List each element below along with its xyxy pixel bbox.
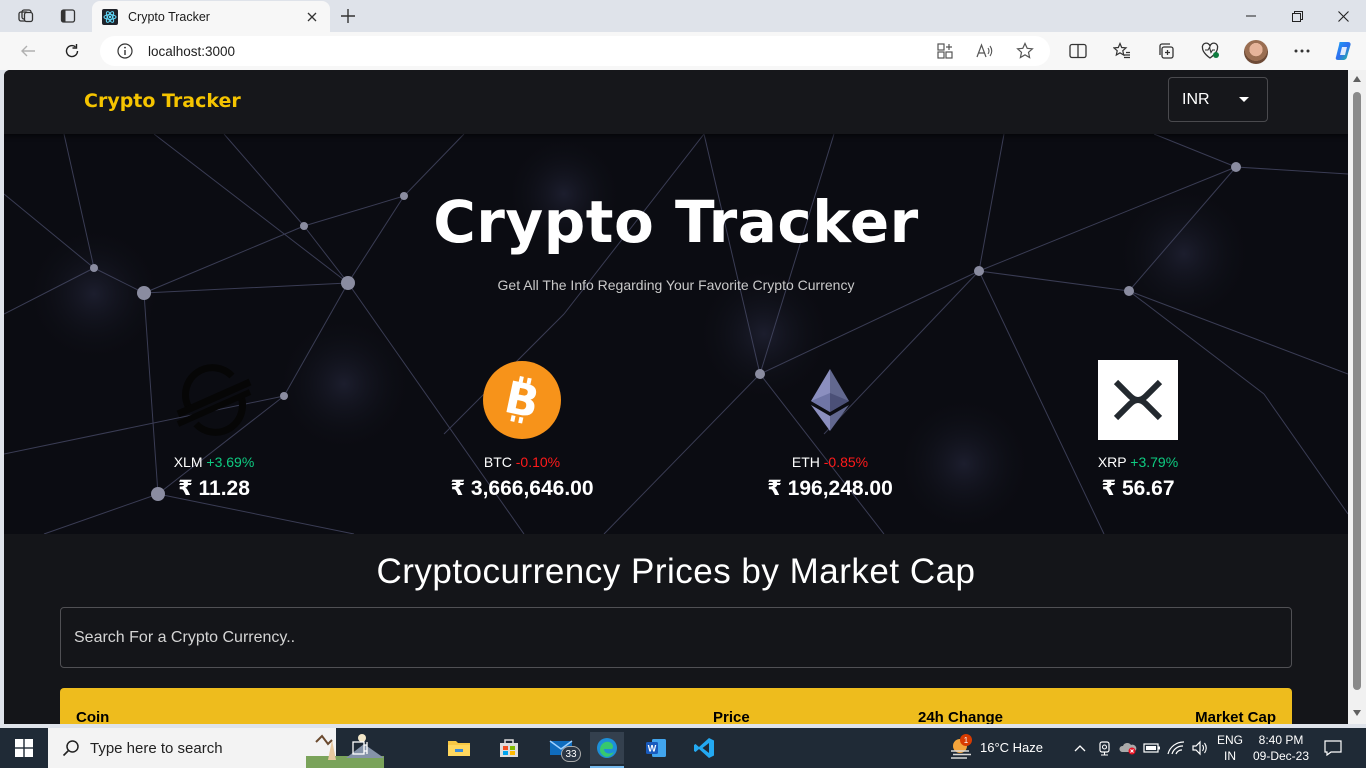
mail-badge: 33 (561, 746, 581, 762)
column-header-24h-change: 24h Change (918, 709, 1004, 724)
currency-select[interactable]: INR (1168, 77, 1268, 122)
refresh-icon[interactable] (58, 38, 86, 64)
page-scrollbar[interactable] (1348, 70, 1366, 724)
word-icon[interactable]: W (640, 732, 672, 764)
more-options-icon[interactable] (1288, 38, 1316, 64)
language-indicator[interactable]: ENG IN (1214, 732, 1246, 764)
restore-icon[interactable] (1274, 0, 1320, 32)
column-header-price: Price (713, 709, 750, 724)
trending-coin-btc[interactable]: B BTC -0.10% ₹ 3,666,646.00 (422, 360, 622, 501)
microsoft-store-icon[interactable] (493, 732, 525, 764)
favorite-star-icon[interactable] (1013, 40, 1037, 62)
mail-icon[interactable]: 33 (543, 732, 581, 764)
taskbar-search-box[interactable]: Type here to search (48, 728, 384, 768)
weather-icon[interactable]: 1 (946, 732, 976, 764)
bitcoin-logo-icon: B (483, 361, 561, 439)
back-arrow-icon[interactable] (14, 38, 42, 64)
clock-date: 09-Dec-23 (1252, 749, 1310, 763)
currency-value: INR (1182, 90, 1210, 108)
scroll-up-icon[interactable] (1353, 76, 1361, 82)
onedrive-icon[interactable] (1118, 732, 1138, 764)
trending-coin-xrp[interactable]: XRP +3.79% ₹ 56.67 (1038, 360, 1238, 501)
battery-icon[interactable] (1142, 732, 1162, 764)
site-info-icon[interactable] (116, 42, 134, 60)
language-code: ENG (1216, 733, 1243, 747)
column-header-coin: Coin (76, 709, 110, 724)
notifications-icon[interactable] (1320, 732, 1346, 764)
stellar-logo-icon (176, 364, 252, 436)
app-available-icon[interactable] (933, 40, 957, 62)
weather-text[interactable]: 16°C Haze (980, 740, 1043, 756)
browser-tab-active[interactable]: Crypto Tracker (92, 1, 330, 32)
coin-symbol: XLM (173, 454, 203, 470)
coin-change: +3.69% (206, 454, 255, 470)
favorites-icon[interactable] (1108, 38, 1136, 64)
trending-coin-xlm[interactable]: XLM +3.69% ₹ 11.28 (114, 360, 314, 501)
coin-price: ₹ 11.28 (178, 477, 250, 500)
workspaces-icon[interactable] (12, 4, 40, 28)
show-hidden-icons-icon[interactable] (1070, 732, 1090, 764)
xrp-logo-icon (1098, 360, 1178, 440)
coins-table-header: Coin Price 24h Change Market Cap (60, 688, 1292, 724)
file-explorer-icon[interactable] (443, 732, 475, 764)
scrollbar-thumb[interactable] (1353, 92, 1361, 690)
edge-icon[interactable] (590, 732, 624, 764)
tab-title: Crypto Tracker (128, 9, 210, 24)
vscode-icon[interactable] (688, 732, 720, 764)
app-header: Crypto Tracker INR (4, 70, 1348, 134)
volume-icon[interactable] (1190, 732, 1210, 764)
profile-avatar[interactable] (1244, 40, 1268, 64)
browser-toolbar: localhost:3000 (0, 32, 1366, 70)
close-window-icon[interactable] (1320, 0, 1366, 32)
copilot-icon[interactable] (1330, 38, 1358, 64)
split-screen-icon[interactable] (1064, 38, 1092, 64)
coin-symbol: ETH (791, 454, 820, 470)
react-favicon-icon (102, 8, 118, 25)
task-view-icon[interactable] (345, 732, 377, 764)
brand-title[interactable]: Crypto Tracker (84, 90, 241, 112)
minimize-icon[interactable] (1228, 0, 1274, 32)
section-title: Cryptocurrency Prices by Market Cap (376, 552, 976, 591)
page-viewport: Crypto Tracker INR Crypto Tracker Get Al… (4, 70, 1348, 724)
windows-taskbar: Type here to search 33 W 1 16°C Haze ENG… (0, 728, 1366, 768)
coin-price: ₹ 3,666,646.00 (450, 477, 594, 500)
hero-title: Crypto Tracker (433, 188, 919, 256)
close-tab-icon[interactable] (302, 7, 322, 27)
coin-price: ₹ 56.67 (1101, 477, 1175, 500)
hero-subtitle: Get All The Info Regarding Your Favorite… (497, 277, 855, 293)
collections-icon[interactable] (1152, 38, 1180, 64)
new-tab-icon[interactable] (336, 5, 360, 27)
hero-banner: Crypto Tracker Get All The Info Regardin… (4, 134, 1348, 534)
coin-change: -0.85% (823, 454, 869, 470)
trending-coin-eth[interactable]: ETH -0.85% ₹ 196,248.00 (730, 360, 930, 501)
coin-symbol: XRP (1097, 454, 1127, 470)
svg-text:W: W (648, 744, 657, 754)
scroll-down-icon[interactable] (1353, 710, 1361, 716)
url-text: localhost:3000 (148, 43, 236, 59)
coin-symbol: BTC (483, 454, 512, 470)
weather-badge: 1 (960, 734, 972, 746)
browser-essentials-icon[interactable] (1196, 38, 1224, 64)
crypto-search-input[interactable]: Search For a Crypto Currency.. (60, 607, 1292, 668)
search-placeholder: Search For a Crypto Currency.. (74, 628, 296, 646)
read-aloud-icon[interactable] (973, 40, 997, 62)
coin-change: -0.10% (515, 454, 561, 470)
language-region: IN (1224, 749, 1236, 763)
ethereum-logo-icon (811, 369, 849, 431)
clock-time: 8:40 PM (1258, 733, 1304, 747)
wifi-icon[interactable] (1166, 732, 1186, 764)
column-header-market-cap: Market Cap (1195, 709, 1276, 724)
tab-strip: Crypto Tracker (0, 0, 1366, 32)
tab-actions-icon[interactable] (54, 4, 82, 28)
coin-price: ₹ 196,248.00 (767, 477, 893, 500)
dropdown-caret-icon (1239, 97, 1249, 102)
address-bar[interactable]: localhost:3000 (100, 36, 1050, 66)
search-icon (62, 740, 79, 757)
start-windows-icon[interactable] (8, 732, 40, 764)
meet-now-icon[interactable] (1095, 732, 1115, 764)
coin-change: +3.79% (1130, 454, 1179, 470)
clock[interactable]: 8:40 PM 09-Dec-23 (1250, 732, 1312, 764)
taskbar-search-placeholder: Type here to search (90, 739, 223, 757)
